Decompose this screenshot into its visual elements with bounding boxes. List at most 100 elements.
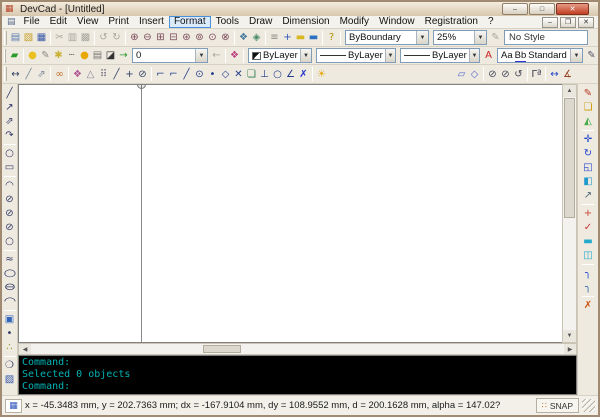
linetype-dropdown[interactable]: ByLayer ▼ [316, 48, 396, 63]
ortho-icon[interactable]: ↔ [9, 67, 22, 81]
hatch-icon[interactable]: ▨ [3, 373, 17, 386]
command-console[interactable]: Command:Selected 0 objectsCommand: [18, 355, 577, 395]
scroll-down-icon[interactable]: ▼ [563, 330, 576, 342]
undo-icon[interactable]: ↺ [97, 31, 110, 45]
angle-reference-icon[interactable]: Γª [530, 67, 543, 81]
snap-cross-icon[interactable]: + [123, 67, 136, 81]
menu-item[interactable]: Print [103, 16, 134, 28]
new-file-icon[interactable]: ▤ [9, 31, 22, 45]
snap-off-icon[interactable]: ✗ [297, 67, 310, 81]
node-snap-icon[interactable]: • [206, 67, 219, 81]
endpoint-snap-icon[interactable]: ⌐ [154, 67, 167, 81]
help-icon[interactable]: ? [325, 31, 338, 45]
midpoint-snap-icon[interactable]: ⌐ [167, 67, 180, 81]
menu-item[interactable]: Registration [420, 16, 483, 28]
regen-icon[interactable]: ◈ [250, 31, 263, 45]
mdi-restore-button[interactable]: ❐ [560, 17, 576, 28]
circle-icon[interactable]: ○ [3, 235, 17, 248]
offset-icon[interactable]: ↗ [581, 189, 595, 202]
mdi-close-button[interactable]: ✕ [578, 17, 594, 28]
menu-item[interactable]: ? [483, 16, 499, 28]
scale-icon[interactable]: ◱ [581, 161, 595, 174]
no-snap-icon[interactable]: ⊘ [136, 67, 149, 81]
diamond-select-icon[interactable]: ◇ [468, 67, 481, 81]
set-current-layer-icon[interactable]: → [117, 49, 130, 63]
chevron-down-icon[interactable]: ▼ [416, 31, 428, 44]
to-front-icon[interactable]: ▬ [294, 31, 307, 45]
scroll-up-icon[interactable]: ▲ [563, 85, 576, 97]
menu-item[interactable]: Draw [244, 16, 277, 28]
center-snap-icon[interactable]: ⊙ [193, 67, 206, 81]
ellipse-icon[interactable]: ○ [0, 267, 20, 280]
maximize-button[interactable]: □ [529, 3, 555, 15]
color-palette-icon[interactable]: ❖ [228, 49, 241, 63]
dimension-edit-icon[interactable]: ∡ [561, 67, 574, 81]
document-icon[interactable]: ▤ [7, 17, 16, 27]
chevron-down-icon[interactable]: ▼ [469, 49, 479, 62]
menu-item[interactable]: Edit [45, 16, 72, 28]
line-icon[interactable]: ╱ [3, 87, 17, 100]
save-file-icon[interactable]: ▦ [35, 31, 48, 45]
color-dropdown[interactable]: ByLayer ▼ [248, 48, 312, 63]
layer-print-icon[interactable]: ▤ [91, 49, 104, 63]
layers-icon[interactable]: ▰ [8, 49, 21, 63]
redraw-icon[interactable]: ❖ [237, 31, 250, 45]
polar-line-icon[interactable]: ╱ [22, 67, 35, 81]
snap-toggle[interactable]: ∷ SNAP [536, 398, 579, 413]
zoom-in-icon[interactable]: ⊕ [128, 31, 141, 45]
drawing-canvas[interactable] [18, 84, 562, 343]
fillet-icon[interactable]: ╮ [581, 267, 595, 280]
layer-color-icon[interactable]: ◪ [104, 49, 117, 63]
layer-edit-icon[interactable]: ✎ [39, 49, 52, 63]
menu-item[interactable]: Format [169, 16, 211, 28]
zoom-level-dropdown[interactable]: 25% ▼ [433, 30, 487, 45]
page-setup-icon[interactable]: ≡ [268, 31, 281, 45]
duplicate-icon[interactable]: ❏ [581, 101, 595, 114]
zoom-out-icon[interactable]: ⊖ [141, 31, 154, 45]
menu-item[interactable]: Dimension [277, 16, 334, 28]
chevron-down-icon[interactable]: ▼ [474, 31, 486, 44]
freehand-icon[interactable]: ≈ [3, 253, 17, 266]
array-icon[interactable]: ◭ [581, 115, 595, 128]
perpendicular-snap-icon[interactable]: ⊥ [258, 67, 271, 81]
style-pen-icon[interactable]: ✎ [585, 49, 598, 63]
polar-track-icon[interactable]: ⇗ [35, 67, 48, 81]
angle-snap-icon[interactable]: ∠ [284, 67, 297, 81]
previous-layer-icon[interactable]: ← [210, 49, 223, 63]
redo-icon[interactable]: ↻ [110, 31, 123, 45]
circle-ttr-icon[interactable]: ⊘ [3, 221, 17, 234]
zoom-scale-icon[interactable]: ⊟ [167, 31, 180, 45]
hatch-grid-icon[interactable]: ▦ [5, 399, 22, 413]
hatch-boundary-dropdown[interactable]: ByBoundary ▼ [345, 30, 429, 45]
lineweight-dropdown[interactable]: ByLayer ▼ [400, 48, 480, 63]
chevron-down-icon[interactable]: ▼ [570, 49, 582, 62]
layer-on-icon[interactable]: ● [26, 49, 39, 63]
point-icon[interactable]: • [3, 327, 17, 340]
resize-grip[interactable] [582, 399, 595, 412]
minimize-button[interactable]: – [502, 3, 528, 15]
ray-icon[interactable]: ⇗ [3, 115, 17, 128]
zoom-all-icon[interactable]: ⊛ [180, 31, 193, 45]
break-icon[interactable]: ◫ [581, 249, 595, 262]
to-back-icon[interactable]: ▬ [307, 31, 320, 45]
scroll-left-icon[interactable]: ◀ [19, 344, 31, 354]
quadrant-snap-icon[interactable]: ◇ [219, 67, 232, 81]
tangent-snap-icon[interactable]: ○ [271, 67, 284, 81]
snap-line-icon[interactable]: ╱ [110, 67, 123, 81]
link-icon[interactable]: ∞ [53, 67, 66, 81]
rotate-icon[interactable]: ↻ [581, 147, 595, 160]
origin-icon[interactable]: + [281, 31, 294, 45]
menu-item[interactable]: Tools [211, 16, 244, 28]
zoom-window-icon[interactable]: ⊞ [154, 31, 167, 45]
nearest-snap-icon[interactable]: ╱ [180, 67, 193, 81]
polygon-icon[interactable]: ○ [3, 147, 17, 160]
circle-measure2-icon[interactable]: ⊘ [499, 67, 512, 81]
layer-linetype-icon[interactable]: ┄ [65, 49, 78, 63]
arc-icon[interactable]: ◠ [3, 179, 17, 192]
circle-2p-icon[interactable]: ⊘ [3, 193, 17, 206]
zoom-extents-icon[interactable]: ⊚ [193, 31, 206, 45]
circle-measure-icon[interactable]: ⊘ [486, 67, 499, 81]
text-style-dropdown[interactable]: AaBb Standard ▼ [497, 48, 583, 63]
text-style-icon[interactable]: A [482, 49, 495, 63]
chamfer-icon[interactable]: ╮ [581, 281, 595, 294]
